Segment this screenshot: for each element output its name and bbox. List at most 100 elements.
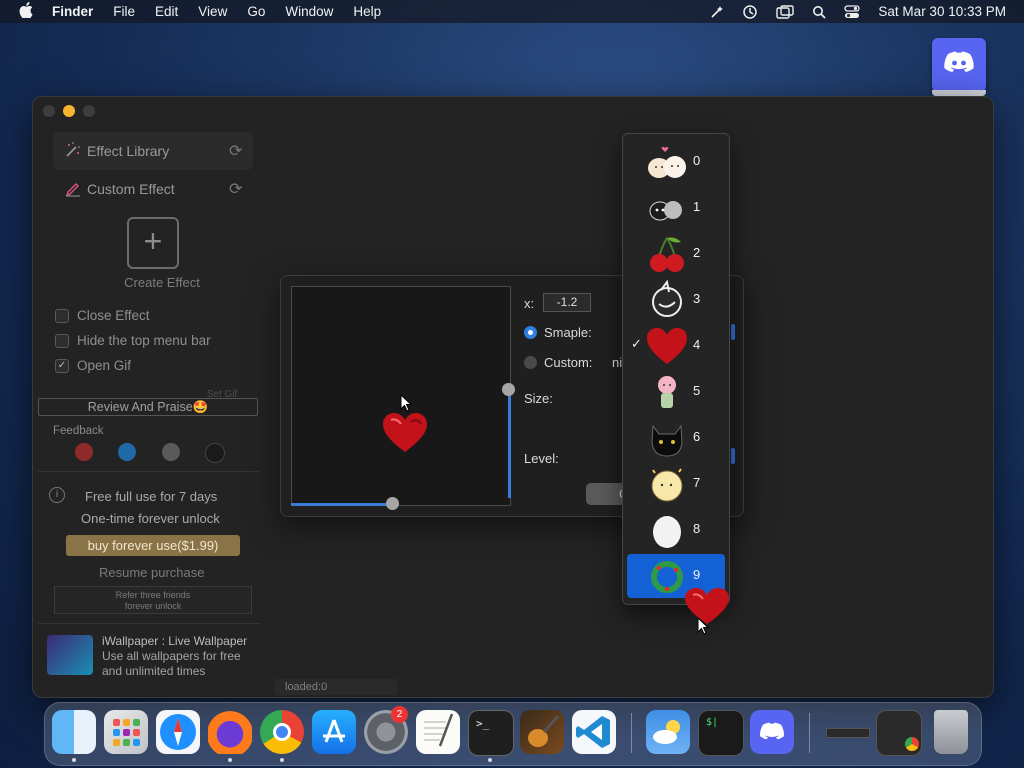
checkmark-icon[interactable]: ✓ (55, 358, 69, 373)
menu-help[interactable]: Help (343, 4, 391, 19)
minimize-window-button[interactable] (63, 105, 75, 117)
sidebar-item-effect-library[interactable]: Effect Library ⟳ (53, 132, 253, 170)
menu-view[interactable]: View (188, 4, 237, 19)
tiktok-icon[interactable] (204, 443, 225, 463)
resume-purchase-link[interactable]: Resume purchase (99, 565, 205, 580)
running-indicator (72, 758, 76, 762)
loaded-status: loaded:0 (275, 679, 397, 695)
checkbox-box[interactable] (55, 333, 69, 348)
dropdown-item-7[interactable]: 7 (627, 462, 725, 506)
menu-go[interactable]: Go (237, 4, 275, 19)
chrome-window-thumbnail[interactable] (876, 710, 922, 756)
checkbox-box[interactable] (55, 308, 69, 323)
magic-wand-icon[interactable] (710, 5, 724, 19)
ad-subtitle: and unlimited times (102, 664, 206, 678)
cherries-icon (650, 237, 684, 272)
dropdown-item-2[interactable]: 2 (627, 232, 725, 276)
chrome-icon[interactable] (260, 710, 304, 754)
textedit-icon[interactable] (416, 710, 460, 754)
iwallpaper-app-icon[interactable] (47, 635, 93, 675)
horizontal-slider-knob[interactable] (386, 497, 399, 510)
checkbox-label: Open Gif (77, 358, 132, 373)
level-popup-edge[interactable] (731, 448, 735, 464)
menu-window[interactable]: Window (275, 4, 343, 19)
sample-radio[interactable] (524, 326, 537, 339)
hide-menubar-checkbox[interactable]: Hide the top menu bar (55, 333, 211, 348)
zoom-window-button[interactable] (83, 105, 95, 117)
x-value-field[interactable]: -1.2 (543, 293, 591, 312)
close-effect-checkbox[interactable]: Close Effect (55, 308, 150, 323)
dropdown-item-1[interactable]: 1 (627, 186, 725, 230)
finder-icon[interactable] (52, 710, 96, 754)
create-effect-label: Create Effect (124, 275, 200, 290)
terminal-icon[interactable]: >_ (468, 710, 514, 756)
sidebar: Effect Library ⟳ Custom Effect ⟳ + Creat… (38, 125, 267, 687)
garageband-icon[interactable] (520, 710, 564, 754)
dropdown-item-8[interactable]: 8 (627, 508, 725, 552)
vertical-slider-knob[interactable] (502, 383, 515, 396)
custom-radio[interactable] (524, 356, 537, 369)
menu-app-name[interactable]: Finder (52, 4, 103, 19)
cats-sticker-icon (648, 146, 686, 178)
buy-forever-button[interactable]: buy forever use($1.99) (66, 535, 240, 556)
apple-menu-icon[interactable] (0, 2, 52, 21)
dropdown-item-label: 6 (693, 429, 701, 444)
dropdown-item-4[interactable]: ✓ 4 (627, 324, 725, 368)
screen-time-icon[interactable] (742, 4, 758, 20)
dropdown-item-5[interactable]: 5 (627, 370, 725, 414)
safari-icon[interactable] (156, 710, 200, 754)
clock-text[interactable]: Sat Mar 30 10:33 PM (878, 4, 1006, 19)
discord-desktop-icon[interactable] (932, 38, 986, 96)
dropdown-item-6[interactable]: 6 (627, 416, 725, 460)
unlock-text: One-time forever unlock (81, 511, 220, 526)
feedback-icons (75, 443, 225, 463)
dropdown-item-label: 8 (693, 521, 701, 536)
moon-sticker-icon (651, 468, 683, 502)
x-label: x: (524, 296, 535, 311)
email-icon[interactable] (161, 443, 180, 461)
discord-icon[interactable] (750, 710, 794, 754)
window-switch-icon[interactable] (776, 4, 795, 19)
open-gif-checkbox[interactable]: ✓ Open Gif (55, 358, 131, 373)
sample-dropdown-menu: 0 1 2 3 ✓ 4 5 6 7 8 9 (622, 133, 730, 605)
dropdown-item-label: 2 (693, 245, 701, 260)
refer-friends-button[interactable]: Refer three friends forever unlock (54, 586, 252, 614)
anime-girl-icon (658, 376, 676, 408)
black-white-cats-icon (649, 201, 682, 221)
sidebar-item-custom-effect[interactable]: Custom Effect ⟳ (53, 170, 253, 208)
trial-text: Free full use for 7 days (85, 489, 218, 504)
menu-edit[interactable]: Edit (145, 4, 188, 19)
sparkle-wand-icon (59, 141, 87, 162)
menu-file[interactable]: File (103, 4, 145, 19)
custom-value-field[interactable]: ni (612, 355, 622, 370)
search-icon[interactable] (812, 5, 827, 19)
launchpad-icon[interactable] (104, 710, 148, 754)
terminal-window-icon[interactable]: $| (698, 710, 744, 756)
refresh-icon[interactable]: ⟳ (229, 179, 253, 199)
divider (38, 471, 260, 472)
vscode-icon[interactable] (572, 710, 616, 754)
recent-window-thumbnail[interactable] (824, 710, 870, 754)
custom-label: Custom: (544, 355, 593, 370)
pen-icon (59, 179, 87, 200)
dropdown-item-3[interactable]: 3 (627, 278, 725, 322)
dropdown-item-label: 5 (693, 383, 701, 398)
vertical-slider-track[interactable] (508, 390, 511, 498)
app-store-icon[interactable] (312, 710, 356, 754)
dropdown-item-0[interactable]: 0 (627, 140, 725, 184)
create-effect-button[interactable]: + (127, 217, 179, 269)
control-center-icon[interactable] (844, 4, 861, 19)
running-indicator (488, 758, 492, 762)
size-label: Size: (524, 391, 553, 406)
twitter-icon[interactable] (118, 443, 137, 461)
refresh-icon[interactable]: ⟳ (229, 141, 253, 161)
review-and-praise-button[interactable]: Review And Praise🤩 (38, 398, 258, 416)
trash-icon[interactable] (934, 710, 968, 754)
sample-popup-edge[interactable] (731, 324, 735, 340)
youtube-icon[interactable] (75, 443, 93, 461)
ad-title[interactable]: iWallpaper : Live Wallpaper (102, 634, 247, 648)
horizontal-slider-track[interactable] (291, 503, 393, 506)
close-window-button[interactable] (43, 105, 55, 117)
firefox-icon[interactable] (208, 710, 252, 754)
weather-icon[interactable] (646, 710, 690, 754)
